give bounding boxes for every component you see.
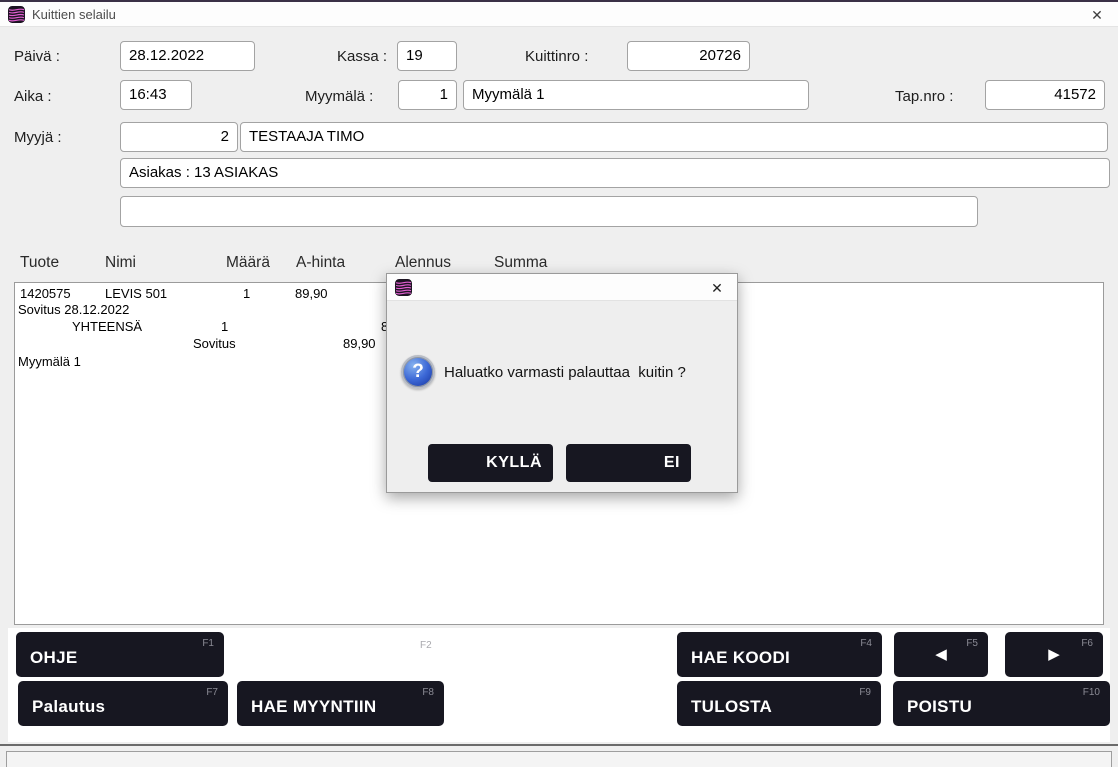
- hae-koodi-button[interactable]: HAE KOODI F4: [677, 632, 882, 677]
- prev-fkey-label: F5: [966, 638, 978, 649]
- ohje-button[interactable]: OHJE F1: [16, 632, 224, 677]
- receipt-browser-window: Kuittien selailu ✕ Päivä : 28.12.2022 Ka…: [0, 0, 1118, 767]
- window-titlebar: Kuittien selailu ✕: [0, 2, 1118, 27]
- window-title: Kuittien selailu: [32, 7, 116, 22]
- status-bar: [6, 751, 1112, 767]
- question-icon: ?: [401, 355, 435, 389]
- poistu-fkey-label: F10: [1083, 687, 1100, 698]
- line-sovitus-date: Sovitus 28.12.2022: [18, 302, 129, 317]
- next-receipt-button[interactable]: ▶ F6: [1005, 632, 1103, 677]
- myyja-name-field[interactable]: TESTAAJA TIMO: [240, 122, 1108, 152]
- dialog-close-icon[interactable]: ✕: [707, 278, 727, 298]
- myymala-name-field[interactable]: Myymälä 1: [463, 80, 809, 110]
- kuittinro-field[interactable]: 20726: [627, 41, 750, 71]
- ei-button[interactable]: EI: [566, 444, 691, 482]
- confirm-return-dialog: ✕ ? Haluatko varmasti palauttaa kuitin ?…: [386, 273, 738, 493]
- dialog-message: Haluatko varmasti palauttaa kuitin ?: [444, 364, 686, 381]
- col-header-summa: Summa: [494, 254, 547, 272]
- line-qty: 1: [243, 286, 250, 301]
- paiva-label: Päivä :: [14, 48, 60, 65]
- asiakas-field[interactable]: Asiakas : 13 ASIAKAS: [120, 158, 1110, 188]
- tulosta-button[interactable]: TULOSTA F9: [677, 681, 881, 726]
- col-header-ahinta: A-hinta: [296, 254, 345, 272]
- tapnro-label: Tap.nro :: [895, 88, 953, 105]
- myymala-number-field[interactable]: 1: [398, 80, 457, 110]
- kuittinro-label: Kuittinro :: [525, 48, 588, 65]
- line-product-code: 1420575: [20, 286, 71, 301]
- col-header-alennus: Alennus: [395, 254, 451, 272]
- dialog-app-icon: [395, 279, 412, 296]
- kassa-label: Kassa :: [337, 48, 387, 65]
- myyja-label: Myyjä :: [14, 129, 62, 146]
- tulosta-fkey-label: F9: [859, 687, 871, 698]
- tulosta-button-label: TULOSTA: [691, 697, 772, 717]
- line-product-name: LEVIS 501: [105, 286, 167, 301]
- app-icon: [8, 6, 25, 23]
- store-row-label: Myymälä 1: [18, 354, 81, 369]
- previous-receipt-button[interactable]: ◀ F5: [894, 632, 988, 677]
- total-row-qty: 1: [221, 319, 228, 334]
- col-header-tuote: Tuote: [20, 254, 59, 272]
- myyja-number-field[interactable]: 2: [120, 122, 238, 152]
- dialog-titlebar: ✕: [387, 274, 737, 301]
- total-row-label: YHTEENSÄ: [72, 319, 142, 334]
- col-header-maara: Määrä: [226, 254, 270, 272]
- hae-koodi-fkey-label: F4: [860, 638, 872, 649]
- ohje-button-label: OHJE: [30, 648, 78, 668]
- sovitus-row-label: Sovitus: [193, 336, 236, 351]
- next-fkey-label: F6: [1081, 638, 1093, 649]
- palautus-fkey-label: F7: [206, 687, 218, 698]
- hae-myyntiin-button[interactable]: HAE MYYNTIIN F8: [237, 681, 444, 726]
- line-price: 89,90: [295, 286, 328, 301]
- tapnro-field[interactable]: 41572: [985, 80, 1105, 110]
- paiva-field[interactable]: 28.12.2022: [120, 41, 255, 71]
- palautus-button[interactable]: Palautus F7: [18, 681, 228, 726]
- status-divider: [0, 744, 1118, 746]
- kylla-button[interactable]: KYLLÄ: [428, 444, 553, 482]
- poistu-button[interactable]: POISTU F10: [893, 681, 1110, 726]
- hae-koodi-button-label: HAE KOODI: [691, 648, 790, 668]
- hae-myyntiin-button-label: HAE MYYNTIIN: [251, 697, 376, 717]
- col-header-nimi: Nimi: [105, 254, 136, 272]
- window-close-icon[interactable]: ✕: [1086, 5, 1108, 25]
- poistu-button-label: POISTU: [907, 697, 972, 717]
- myymala-label: Myymälä :: [305, 88, 373, 105]
- kassa-field[interactable]: 19: [397, 41, 457, 71]
- extra-field[interactable]: [120, 196, 978, 227]
- sovitus-row-price: 89,90: [343, 336, 376, 351]
- palautus-button-label: Palautus: [32, 697, 105, 717]
- aika-label: Aika :: [14, 88, 52, 105]
- hae-myyntiin-fkey-label: F8: [422, 687, 434, 698]
- f2-key-label: F2: [420, 640, 432, 651]
- ohje-fkey-label: F1: [202, 638, 214, 649]
- aika-field[interactable]: 16:43: [120, 80, 192, 110]
